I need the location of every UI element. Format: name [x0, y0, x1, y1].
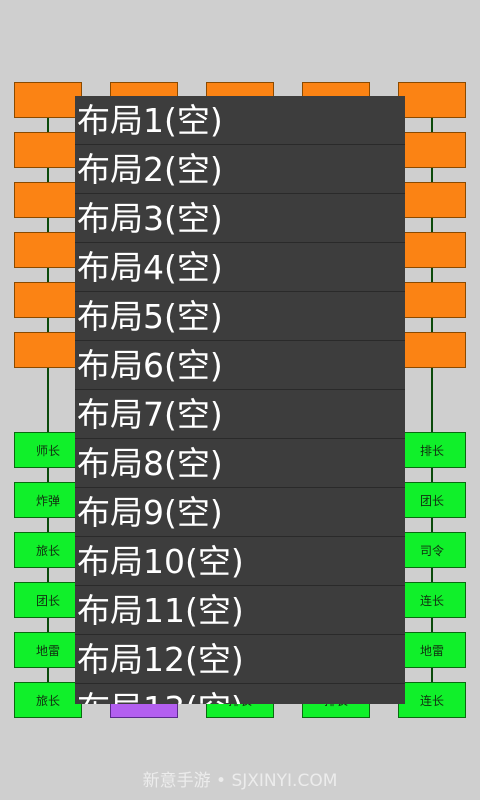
own-piece[interactable]: 旅长	[14, 682, 82, 718]
enemy-piece[interactable]	[14, 332, 82, 368]
own-piece[interactable]: 团长	[14, 582, 82, 618]
enemy-piece[interactable]	[14, 232, 82, 268]
layout-menu-item[interactable]: 布局2(空)	[75, 145, 405, 194]
layout-menu-item[interactable]: 布局3(空)	[75, 194, 405, 243]
own-piece[interactable]: 排长	[398, 432, 466, 468]
enemy-piece[interactable]	[14, 132, 82, 168]
layout-menu-item[interactable]: 布局1(空)	[75, 96, 405, 145]
piece-label: 炸弹	[35, 493, 60, 508]
own-piece[interactable]: 炸弹	[14, 482, 82, 518]
layout-menu-item[interactable]: 布局9(空)	[75, 488, 405, 537]
enemy-piece[interactable]	[14, 282, 82, 318]
layout-menu-item[interactable]: 布局5(空)	[75, 292, 405, 341]
piece-label: 连长	[419, 693, 444, 708]
piece-label: 地雷	[35, 643, 60, 658]
piece-label: 旅长	[35, 543, 60, 558]
enemy-piece[interactable]	[14, 182, 82, 218]
piece-label: 团长	[35, 593, 60, 608]
watermark: 新意手游 • SJXINYI.COM	[142, 771, 338, 791]
layout-menu-item[interactable]: 布局8(空)	[75, 439, 405, 488]
enemy-piece[interactable]	[398, 332, 466, 368]
enemy-piece[interactable]	[398, 232, 466, 268]
piece-label: 排长	[419, 443, 444, 458]
own-piece[interactable]: 师长	[14, 432, 82, 468]
piece-label: 地雷	[419, 643, 444, 658]
layout-menu-item[interactable]: 布局13(空)	[75, 684, 405, 705]
own-piece[interactable]: 地雷	[398, 632, 466, 668]
layout-menu-item[interactable]: 布局11(空)	[75, 586, 405, 635]
piece-label: 司令	[419, 543, 444, 558]
layout-menu-item[interactable]: 布局6(空)	[75, 341, 405, 390]
own-piece[interactable]: 连长	[398, 582, 466, 618]
enemy-piece[interactable]	[398, 282, 466, 318]
piece-label: 旅长	[35, 693, 60, 708]
piece-label: 团长	[419, 493, 444, 508]
piece-label: 师长	[35, 443, 60, 458]
piece-label: 连长	[419, 593, 444, 608]
own-piece[interactable]: 团长	[398, 482, 466, 518]
enemy-piece[interactable]	[14, 82, 82, 118]
layout-menu-item[interactable]: 布局10(空)	[75, 537, 405, 586]
enemy-piece[interactable]	[398, 182, 466, 218]
enemy-piece[interactable]	[398, 82, 466, 118]
layout-menu-item[interactable]: 布局7(空)	[75, 390, 405, 439]
enemy-piece[interactable]	[398, 132, 466, 168]
own-piece[interactable]: 旅长	[14, 532, 82, 568]
own-piece[interactable]: 地雷	[14, 632, 82, 668]
layout-menu: 布局1(空) 布局2(空) 布局3(空) 布局4(空) 布局5(空) 布局6(空…	[75, 96, 405, 704]
layout-menu-item[interactable]: 布局12(空)	[75, 635, 405, 684]
layout-menu-item[interactable]: 布局4(空)	[75, 243, 405, 292]
own-piece[interactable]: 连长	[398, 682, 466, 718]
own-piece[interactable]: 司令	[398, 532, 466, 568]
